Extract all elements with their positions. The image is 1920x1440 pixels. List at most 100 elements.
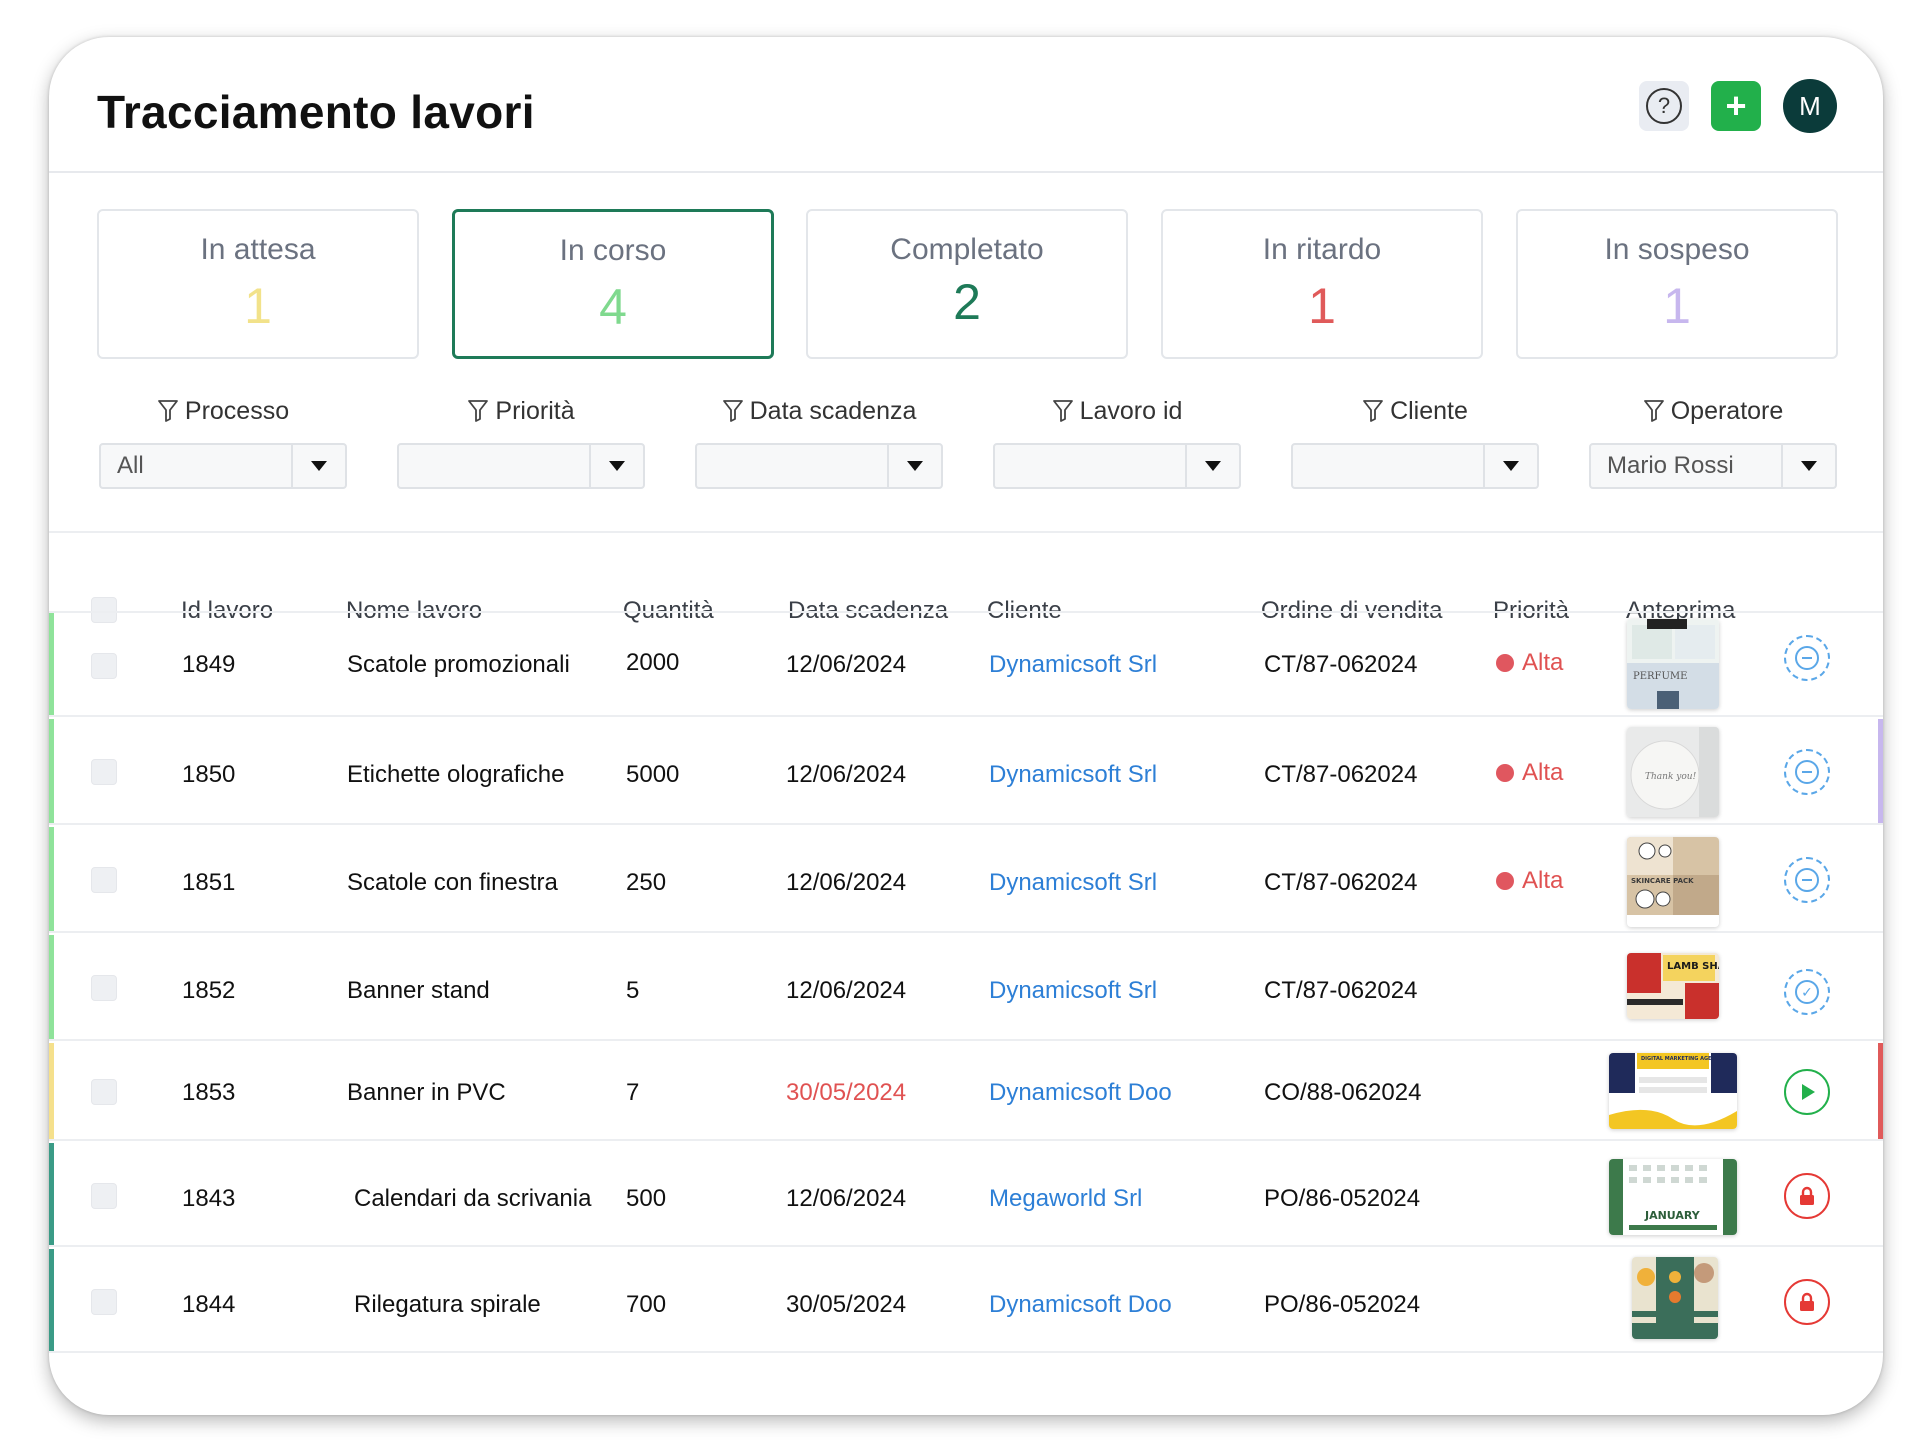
preview-thumbnail[interactable]: Thank you! (1627, 727, 1719, 817)
data-scadenza-select[interactable] (695, 443, 943, 489)
priority-badge: Alta (1496, 867, 1563, 895)
quantity: 7 (626, 1079, 640, 1106)
filter-label: Lavoro id (1079, 396, 1183, 425)
dropdown-arrow[interactable] (887, 445, 941, 487)
row-checkbox[interactable] (91, 867, 117, 893)
status-count: 4 (599, 279, 627, 335)
filter-label: Cliente (1390, 396, 1468, 425)
row-checkbox[interactable] (91, 1289, 117, 1315)
priority-label: Alta (1522, 649, 1564, 676)
row-checkbox[interactable] (91, 1183, 117, 1209)
table-row[interactable]: 1851 Scatole con finestra 250 12/06/2024… (49, 827, 1883, 933)
thumbnail-text: LAMB SHANK (1667, 961, 1719, 972)
help-button[interactable]: ? (1639, 81, 1689, 131)
table-row[interactable]: 1852 Banner stand 5 12/06/2024 Dynamicso… (49, 935, 1883, 1041)
filter-icon (722, 400, 743, 422)
priority-dot-icon (1496, 654, 1514, 672)
app-window: Tracciamento lavori ? + M In attesa 1 In… (49, 37, 1883, 1415)
row-checkbox[interactable] (91, 653, 117, 679)
client-link[interactable]: Megaworld Srl (989, 1185, 1142, 1213)
start-job-button[interactable] (1784, 1069, 1830, 1115)
page-title: Tracciamento lavori (97, 86, 535, 138)
filter-label: Processo (184, 396, 290, 425)
table-row[interactable]: 1849 Scatole promozionali 2000 12/06/202… (49, 611, 1883, 717)
preview-thumbnail[interactable]: LAMB SHANK (1627, 953, 1719, 1019)
minus-circle-icon (1795, 760, 1819, 784)
row-checkbox[interactable] (91, 975, 117, 1001)
filter-label: Data scadenza (749, 396, 917, 425)
avatar[interactable]: M (1783, 79, 1837, 133)
preview-thumbnail[interactable]: PERFUME (1627, 619, 1719, 709)
row-checkbox[interactable] (91, 1079, 117, 1105)
status-card-in-sospeso[interactable]: In sospeso 1 (1516, 209, 1838, 359)
dropdown-arrow[interactable] (1185, 445, 1239, 487)
add-button[interactable]: + (1711, 81, 1761, 131)
cliente-select[interactable] (1291, 443, 1539, 489)
due-date: 30/05/2024 (786, 1291, 907, 1318)
table-row[interactable]: 1850 Etichette olografiche 5000 12/06/20… (49, 719, 1883, 825)
client-link[interactable]: Dynamicsoft Srl (989, 869, 1157, 897)
status-card-completato[interactable]: Completato 2 (806, 209, 1128, 359)
table-row[interactable]: 1844 Rilegatura spirale 700 30/05/2024 D… (49, 1249, 1883, 1353)
status-indicator (49, 719, 54, 823)
preview-thumbnail[interactable]: JANUARY (1609, 1159, 1737, 1235)
dropdown-arrow[interactable] (589, 445, 643, 487)
caret-down-icon (609, 461, 625, 471)
preview-thumbnail[interactable]: SKINCARE PACK (1627, 837, 1719, 927)
processo-select[interactable]: All (99, 443, 347, 489)
job-id: 1851 (182, 869, 236, 896)
job-id: 1852 (182, 977, 236, 1004)
status-label: In attesa (200, 233, 316, 266)
operatore-select[interactable]: Mario Rossi (1589, 443, 1837, 489)
quantity: 250 (626, 869, 667, 896)
pending-action-button[interactable] (1784, 749, 1830, 795)
preview-thumbnail[interactable]: DIGITAL MARKETING AGENCY (1609, 1053, 1737, 1129)
locked-button[interactable] (1784, 1173, 1830, 1219)
pending-action-button[interactable] (1784, 857, 1830, 903)
job-id: 1849 (182, 651, 236, 678)
sales-order: CT/87-062024 (1264, 977, 1418, 1004)
filter-label: Priorità (495, 396, 575, 425)
row-checkbox[interactable] (91, 759, 117, 785)
job-name: Rilegatura spirale (354, 1291, 541, 1318)
sales-order: CT/87-062024 (1264, 761, 1418, 788)
plus-icon: + (1725, 85, 1747, 126)
dropdown-arrow[interactable] (291, 445, 345, 487)
due-date: 12/06/2024 (786, 761, 907, 788)
table-row[interactable]: 1843 Calendari da scrivania 500 12/06/20… (49, 1143, 1883, 1247)
table-row[interactable]: 1853 Banner in PVC 7 30/05/2024 Dynamics… (49, 1043, 1883, 1141)
pending-action-button[interactable]: ✓ (1784, 969, 1830, 1015)
quantity: 500 (626, 1185, 667, 1212)
client-link[interactable]: Dynamicsoft Doo (989, 1079, 1172, 1107)
pending-action-button[interactable] (1784, 635, 1830, 681)
quantity: 5 (626, 977, 640, 1004)
thumbnail-text: Thank you! (1645, 772, 1697, 782)
header: Tracciamento lavori ? + M (49, 37, 1883, 173)
due-date-overdue: 30/05/2024 (786, 1079, 907, 1106)
dropdown-arrow[interactable] (1781, 445, 1835, 487)
sales-order: CT/87-062024 (1264, 869, 1418, 896)
status-card-in-ritardo[interactable]: In ritardo 1 (1161, 209, 1483, 359)
preview-thumbnail[interactable] (1632, 1257, 1718, 1339)
filter-cliente: Cliente (1291, 393, 1539, 489)
thumbnail-text: DIGITAL MARKETING AGENCY (1641, 1056, 1723, 1062)
lavoro-id-select[interactable] (993, 443, 1241, 489)
select-value (995, 445, 1185, 487)
client-link[interactable]: Dynamicsoft Doo (989, 1291, 1172, 1319)
client-link[interactable]: Dynamicsoft Srl (989, 977, 1157, 1005)
dropdown-arrow[interactable] (1483, 445, 1537, 487)
question-circle-icon: ? (1646, 88, 1682, 124)
status-card-in-attesa[interactable]: In attesa 1 (97, 209, 419, 359)
client-link[interactable]: Dynamicsoft Srl (989, 761, 1157, 789)
filter-operatore: Operatore Mario Rossi (1589, 393, 1837, 489)
status-card-in-corso[interactable]: In corso 4 (452, 209, 774, 359)
quantity: 700 (626, 1291, 667, 1318)
priority-label: Alta (1522, 759, 1564, 786)
locked-button[interactable] (1784, 1279, 1830, 1325)
status-indicator (49, 1249, 54, 1351)
thumbnail-text: PERFUME (1633, 671, 1687, 682)
client-link[interactable]: Dynamicsoft Srl (989, 651, 1157, 679)
priorita-select[interactable] (397, 443, 645, 489)
filter-icon (1643, 400, 1664, 422)
status-label: In corso (559, 234, 667, 267)
